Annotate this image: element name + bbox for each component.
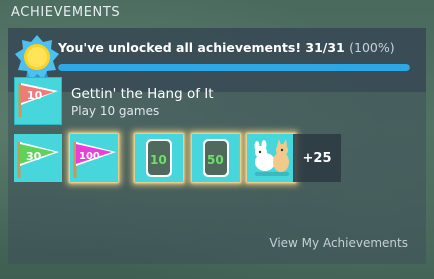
flag-10-icon: 10 (13, 76, 63, 126)
latest-achievement-name: Gettin' the Hang of It (71, 86, 214, 102)
flag-100-icon[interactable]: 100 (70, 134, 118, 182)
animals-icon[interactable] (247, 134, 295, 182)
card-10-icon[interactable]: 10 (135, 134, 183, 182)
svg-text:10: 10 (150, 153, 167, 167)
completion-percent: (100%) (349, 40, 395, 55)
progress-bar-fill (58, 64, 410, 71)
svg-text:100: 100 (79, 151, 100, 162)
svg-text:30: 30 (26, 150, 42, 163)
latest-achievement-description: Play 10 games (71, 104, 160, 118)
svg-text:50: 50 (207, 153, 224, 167)
latest-achievement[interactable]: 10 Gettin' the Hang of It Play 10 games (13, 76, 414, 127)
completion-summary-text: You've unlocked all achievements! 31/31 … (58, 40, 395, 55)
progress-bar (58, 64, 410, 71)
completion-text: You've unlocked all achievements! 31/31 (58, 40, 345, 55)
achievement-icons-row: 30 100 10 50 +25 (14, 134, 414, 182)
more-achievements-count[interactable]: +25 (293, 134, 341, 182)
card-50-icon[interactable]: 50 (192, 134, 240, 182)
svg-text:10: 10 (27, 89, 43, 102)
flag-30-icon[interactable]: 30 (14, 134, 62, 182)
view-my-achievements-link[interactable]: View My Achievements (269, 236, 408, 250)
section-title: ACHIEVEMENTS (11, 5, 121, 20)
